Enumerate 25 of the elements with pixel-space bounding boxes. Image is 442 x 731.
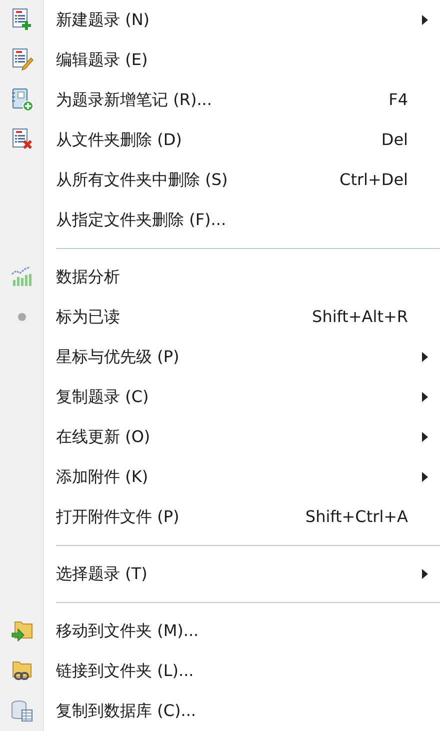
menu-item[interactable]: 新建题录 (N) [0, 0, 442, 40]
menu-item[interactable]: 选择题录 (T) [0, 554, 442, 594]
menu-item[interactable]: 移动到文件夹 (M)... [0, 611, 442, 651]
menu-item[interactable]: 链接到文件夹 (L)... [0, 651, 442, 691]
database-icon [10, 699, 34, 723]
menu-item[interactable]: 标为已读 Shift+Alt+R [0, 297, 442, 337]
menu-item[interactable]: 打开附件文件 (P) Shift+Ctrl+A [0, 497, 442, 537]
menu-item[interactable]: 星标与优先级 (P) [0, 337, 442, 377]
document-edit-icon [10, 48, 34, 72]
chart-icon [10, 265, 34, 289]
menu-item[interactable]: 在线更新 (O) [0, 417, 442, 457]
menu-item[interactable]: 数据分析 [0, 257, 442, 297]
menu-item[interactable]: 复制到数据库 (C)... [0, 691, 442, 731]
folder-arrow-icon [10, 619, 34, 643]
menu-item[interactable]: 从指定文件夹删除 (F)... [0, 200, 442, 240]
notebook-add-icon [10, 88, 34, 112]
folder-link-icon [10, 659, 34, 683]
menu-item[interactable]: 为题录新增笔记 (R)... F4 [0, 80, 442, 120]
menu-item[interactable]: 复制题录 (C) [0, 377, 442, 417]
document-add-icon [10, 8, 34, 32]
menu-item[interactable]: 添加附件 (K) [0, 457, 442, 497]
menu-item[interactable]: 从所有文件夹中删除 (S) Ctrl+Del [0, 160, 442, 200]
document-delete-icon [10, 128, 34, 152]
menu-item[interactable]: 编辑题录 (E) [0, 40, 442, 80]
menu-item[interactable]: 从文件夹删除 (D) Del [0, 120, 442, 160]
